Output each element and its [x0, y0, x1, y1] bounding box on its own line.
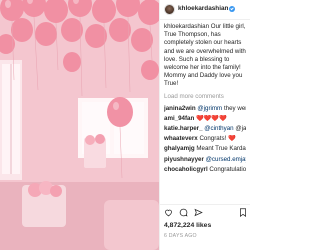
post-photo[interactable] — [0, 0, 159, 250]
avatar[interactable] — [164, 4, 175, 15]
comment-text: they went with True lmfao. Ironic and te… — [223, 104, 246, 112]
comment-username[interactable]: ghalyamjg — [164, 145, 195, 152]
comment-mention-link[interactable]: @cinthyan — [204, 125, 233, 132]
comment-text: @jasminexserrano — [235, 125, 246, 133]
heart-icon[interactable] — [164, 208, 173, 217]
post-caption: khloekardashian Our little girl, True Th… — [164, 23, 246, 88]
post-timestamp: 6 days ago — [164, 233, 197, 239]
comment-row: katie.harper_ @cinthyan @jasminexserrano — [164, 125, 246, 133]
nursery-balloons-image — [0, 0, 159, 250]
comment-row: chocaholicgyrl Congratulations — [164, 166, 246, 174]
post-header: khloekardashian — [160, 0, 250, 20]
action-bar — [160, 204, 250, 220]
comment-row: whaateverx Congrats! ❤️ — [164, 135, 246, 143]
comment-row: piyushnayyer @cursed.emjay SACH hai ke b… — [164, 156, 246, 164]
username-link[interactable]: khloekardashian — [178, 5, 236, 13]
comment-text: ❤️❤️❤️❤️ — [196, 114, 227, 122]
comment-row: ami_94fan ❤️❤️❤️❤️ — [164, 115, 246, 123]
comment-text: Meant True Kardashian — [196, 145, 246, 153]
post-detail-panel: khloekardashian khloekardashian Our litt… — [159, 0, 250, 250]
load-more-comments-link[interactable]: Load more comments — [164, 93, 246, 101]
comment-username[interactable]: ami_94fan — [164, 115, 194, 122]
comments-section: khloekardashian Our little girl, True Th… — [160, 20, 250, 202]
comment-row: janina2win @jgrimm they went with True l… — [164, 105, 246, 113]
comment-username[interactable]: janina2win — [164, 105, 196, 112]
comment-mention-link[interactable]: @cursed.emjay — [206, 156, 246, 163]
comment-row: ghalyamjg Meant True Kardashian — [164, 145, 246, 153]
comment-username[interactable]: chocaholicgyrl — [164, 166, 208, 173]
username-text: khloekardashian — [178, 5, 229, 13]
comment-username[interactable]: whaateverx — [164, 135, 198, 142]
comment-list: janina2win @jgrimm they went with True l… — [164, 105, 246, 174]
comment-username[interactable]: piyushnayyer — [164, 156, 204, 163]
comment-icon[interactable] — [179, 208, 188, 217]
comment-username[interactable]: katie.harper_ — [164, 125, 203, 132]
bookmark-icon[interactable] — [239, 208, 247, 217]
verified-badge-icon — [229, 5, 236, 12]
like-count[interactable]: 4,872,224 likes — [164, 222, 211, 231]
comment-text: Congratulations — [209, 165, 246, 173]
comment-mention-link[interactable]: @jgrimm — [197, 105, 222, 112]
comment-text: Congrats! ❤️ — [199, 135, 236, 143]
share-icon[interactable] — [194, 208, 203, 217]
